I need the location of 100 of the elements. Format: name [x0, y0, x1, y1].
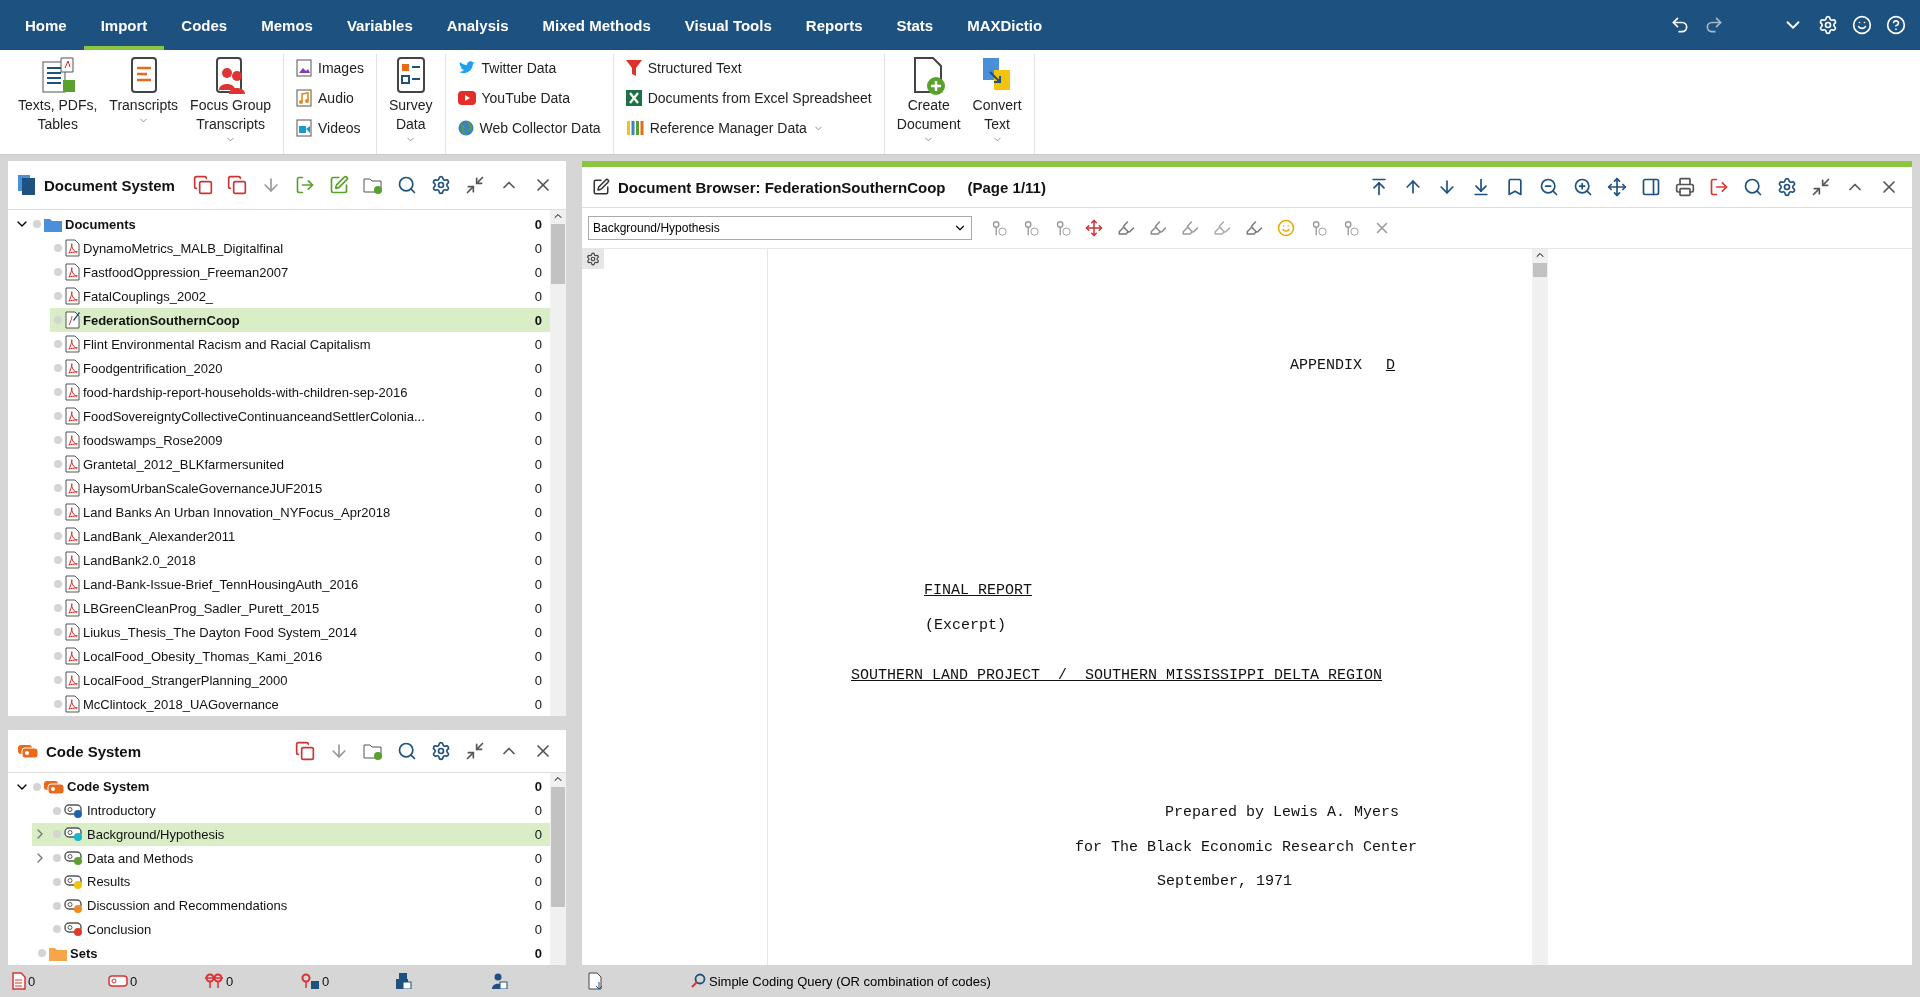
document-name[interactable]: LocalFood_Obesity_Thomas_Kami_2016 — [83, 648, 323, 664]
scrollbar-thumb[interactable] — [1533, 263, 1547, 277]
tree-row[interactable]: Liukus_Thesis_The Dayton Food System_2014 0 — [50, 620, 550, 644]
tree-row[interactable]: Flint Environmental Racism and Racial Capitalism 0 — [50, 332, 550, 356]
document-name[interactable]: LandBank2.0_2018 — [83, 552, 196, 568]
undo-icon[interactable] — [1670, 15, 1690, 35]
document-name[interactable]: Land-Bank-Issue-Brief_TennHousingAuth_2016 — [83, 576, 359, 592]
undock-icon — [1811, 177, 1831, 197]
code-name[interactable]: Data and Methods — [87, 850, 194, 866]
menu-tab[interactable]: Visual Tools — [667, 0, 789, 50]
selected-row[interactable]: FederationSouthernCoop 0 — [50, 308, 550, 332]
tree-row[interactable]: foodswamps_Rose2009 0 — [50, 428, 550, 452]
tree-row[interactable]: Land-Bank-Issue-Brief_TennHousingAuth_2016 0 — [50, 572, 550, 596]
tree-row[interactable]: McClintock_2018_UAGovernance 0 — [50, 692, 550, 716]
tree-row[interactable]: LocalFood_Obesity_Thomas_Kami_2016 0 — [50, 644, 550, 668]
menu-tab[interactable]: Mixed Methods — [525, 0, 668, 50]
document-name[interactable]: FastfoodOppression_Freeman2007 — [83, 264, 289, 280]
code-select[interactable]: Background/Hypothesis — [588, 216, 972, 240]
tree-row[interactable]: food-hardship-report-households-with-children-sep-2016 0 — [50, 380, 550, 404]
tree-row[interactable]: LandBank_Alexander2011 0 — [50, 524, 550, 548]
tree-row[interactable]: FastfoodOppression_Freeman2007 0 — [50, 260, 550, 284]
document-download-icon[interactable] — [588, 972, 604, 990]
tree-row[interactable]: Discussion and Recommendations 0 — [32, 893, 550, 918]
menu-tab[interactable]: Memos — [244, 0, 330, 50]
stack-icon[interactable] — [396, 973, 412, 989]
tree-row[interactable]: LBGreenCleanProg_Sadler_Purett_2015 0 — [50, 596, 550, 620]
scrollbar[interactable] — [550, 773, 566, 965]
tree-row[interactable]: LocalFood_StrangerPlanning_2000 0 — [50, 668, 550, 692]
menu-tab[interactable]: Reports — [788, 0, 880, 50]
document-name[interactable]: LocalFood_StrangerPlanning_2000 — [83, 672, 288, 688]
count: 0 — [534, 779, 542, 795]
person-icon[interactable] — [492, 973, 508, 989]
count: 0 — [534, 696, 542, 712]
settings-icon — [431, 175, 451, 195]
menu-tab[interactable]: MAXDictio — [950, 0, 1060, 50]
side-panel-icon — [1641, 177, 1661, 197]
tree-row[interactable]: Results 0 — [32, 870, 550, 894]
document-name[interactable]: DynamoMetrics_MALB_Digitalfinal — [83, 240, 284, 256]
document-name[interactable]: Grantetal_2012_BLKfarmersunited — [83, 456, 284, 472]
tree-label[interactable]: Sets — [70, 945, 98, 961]
count: 0 — [534, 898, 542, 914]
settings-button[interactable] — [582, 249, 604, 269]
tree-row[interactable]: Introductory 0 — [32, 798, 550, 823]
scrollbar-thumb[interactable] — [551, 224, 565, 284]
settings-icon[interactable] — [1818, 15, 1838, 35]
status-dot-icon — [54, 700, 62, 708]
code-tag-icon — [64, 850, 84, 867]
scrollbar-thumb[interactable] — [551, 787, 565, 907]
tree-label[interactable]: Code System — [67, 779, 150, 795]
scrollbar[interactable] — [550, 210, 566, 716]
document-name[interactable]: Foodgentrification_2020 — [83, 360, 223, 376]
menu-tab[interactable]: Codes — [164, 0, 245, 50]
menu-tab[interactable]: Stats — [879, 0, 951, 50]
tree-row[interactable]: Data and Methods 0 — [32, 846, 550, 870]
tree-row[interactable]: HaysomUrbanScaleGovernanceJUF2015 0 — [50, 476, 550, 500]
bird-icon — [457, 60, 476, 76]
count: 0 — [534, 921, 542, 937]
document-name[interactable]: Flint Environmental Racism and Racial Capitalism — [83, 336, 371, 352]
document-name[interactable]: FederationSouthernCoop — [83, 312, 240, 328]
code-name[interactable]: Results — [87, 874, 131, 890]
pdf-file-icon — [65, 551, 80, 569]
help-icon[interactable] — [1886, 15, 1906, 35]
status-dot-icon — [54, 412, 62, 420]
menu-tab[interactable]: Home — [8, 0, 84, 50]
tree-label[interactable]: Documents — [65, 216, 136, 232]
tree-row[interactable]: FatalCouplings_2002_ 0 — [50, 284, 550, 308]
bookmark-icon — [1505, 177, 1525, 197]
document-name[interactable]: FoodSovereigntyCollectiveContinuanceandSettlerColonia... — [83, 408, 425, 424]
code-name[interactable]: Introductory — [87, 803, 156, 819]
document-name[interactable]: McClintock_2018_UAGovernance — [83, 696, 279, 712]
scrollbar[interactable] — [1532, 249, 1548, 965]
menu-tab[interactable]: Analysis — [429, 0, 526, 50]
document-name[interactable]: HaysomUrbanScaleGovernanceJUF2015 — [83, 480, 323, 496]
document-name[interactable]: food-hardship-report-households-with-children-sep-2016 — [83, 384, 408, 400]
tree-row[interactable]: DynamoMetrics_MALB_Digitalfinal 0 — [50, 236, 550, 260]
selected-row[interactable]: Background/Hypothesis 0 — [32, 822, 550, 847]
count: 0 — [534, 528, 542, 544]
tree-row[interactable]: Land Banks An Urban Innovation_NYFocus_Apr2018 0 — [50, 500, 550, 524]
tree-row[interactable]: Grantetal_2012_BLKfarmersunited 0 — [50, 452, 550, 476]
document-name[interactable]: LandBank_Alexander2011 — [83, 528, 236, 544]
code-name[interactable]: Background/Hypothesis — [87, 826, 225, 842]
document-name[interactable]: foodswamps_Rose2009 — [83, 432, 223, 448]
document-name[interactable]: Land Banks An Urban Innovation_NYFocus_Apr2018 — [83, 504, 391, 520]
document-name[interactable]: Liukus_Thesis_The Dayton Food System_2014 — [83, 624, 357, 640]
tree-row[interactable]: Foodgentrification_2020 0 — [50, 356, 550, 380]
status-dot-icon — [38, 949, 46, 958]
tree-row[interactable]: LandBank2.0_2018 0 — [50, 548, 550, 572]
tree-row[interactable]: FoodSovereigntyCollectiveContinuanceandSettlerColonia... 0 — [50, 404, 550, 428]
document-name[interactable]: FatalCouplings_2002_ — [83, 288, 214, 304]
coding-query-button[interactable]: Simple Coding Query (OR combination of codes) — [684, 972, 997, 990]
code-name[interactable]: Conclusion — [87, 921, 152, 937]
document-text-line: SOUTHERN LAND PROJECT / SOUTHERN MISSISSIPPI DELTA REGION — [850, 666, 1384, 686]
smiley-icon[interactable] — [1852, 15, 1872, 35]
redo-icon[interactable] — [1704, 15, 1724, 35]
settings-icon — [431, 741, 451, 761]
tree-row[interactable]: Conclusion 0 — [32, 917, 550, 942]
document-name[interactable]: LBGreenCleanProg_Sadler_Purett_2015 — [83, 600, 320, 616]
menu-tab[interactable]: Variables — [329, 0, 430, 50]
code-name[interactable]: Discussion and Recommendations — [87, 898, 288, 914]
funnel-icon — [625, 59, 642, 77]
